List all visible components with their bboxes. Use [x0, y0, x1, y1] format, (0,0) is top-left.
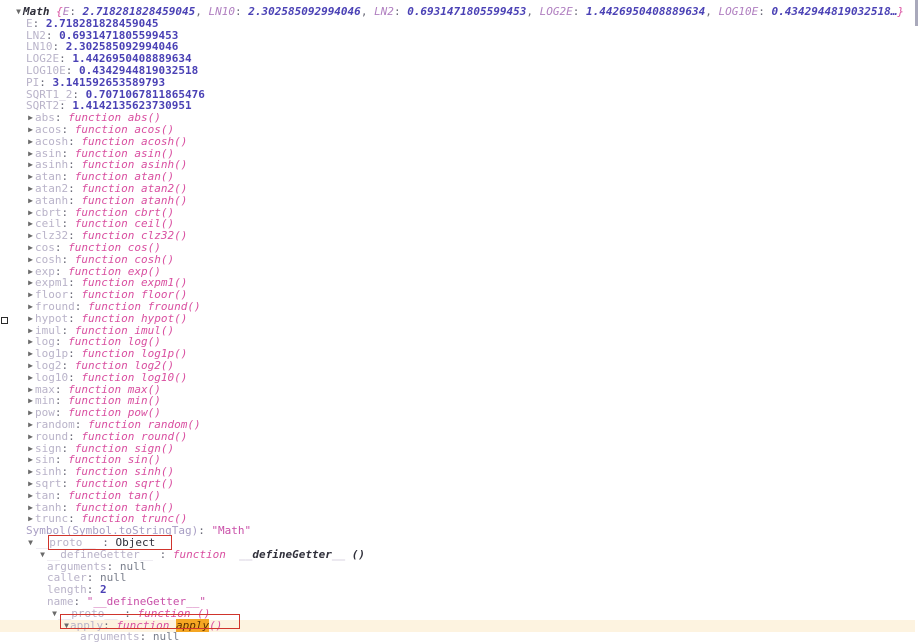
preview-value-2: 0.6931471805599453 — [407, 5, 527, 18]
method-twisty-icon[interactable]: ▶ — [26, 159, 35, 171]
getter-prop-row[interactable]: caller: null — [0, 572, 918, 584]
brace-close: } — [897, 5, 904, 18]
preview-key-3: LOG2E — [539, 5, 573, 18]
preview-value-4: 0.4342944819032518 — [771, 5, 891, 18]
method-twisty-icon[interactable]: ▶ — [26, 372, 35, 384]
method-twisty-icon[interactable]: ▶ — [26, 136, 35, 148]
preview-value-3: 1.4426950408889634 — [586, 5, 706, 18]
method-twisty-icon[interactable]: ▶ — [26, 277, 35, 289]
symbol-value: "Math" — [211, 524, 252, 538]
method-twisty-icon[interactable]: ▶ — [26, 148, 35, 160]
method-twisty-icon[interactable]: ▶ — [26, 490, 35, 502]
method-twisty-icon[interactable]: ▶ — [26, 289, 35, 301]
method-twisty-icon[interactable]: ▶ — [26, 478, 35, 490]
getter-prop-row[interactable]: arguments: null — [0, 560, 918, 573]
method-twisty-icon[interactable]: ▶ — [26, 348, 35, 360]
cursor-marker — [1, 317, 8, 324]
method-twisty-icon[interactable]: ▶ — [26, 336, 35, 348]
method-twisty-icon[interactable]: ▶ — [26, 195, 35, 207]
devtools-console-object-inspector[interactable]: ▼ Math {E: 2.718281828459045, LN10: 2.302… — [0, 0, 918, 644]
preview-value-1: 2.302585092994046 — [248, 5, 361, 18]
method-twisty-icon[interactable]: ▶ — [26, 254, 35, 266]
proto-twisty-icon[interactable]: ▼ — [26, 537, 35, 549]
method-twisty-icon[interactable]: ▶ — [26, 112, 35, 124]
define-getter-twisty-icon[interactable]: ▼ — [38, 549, 47, 561]
method-twisty-icon[interactable]: ▶ — [26, 325, 35, 337]
method-twisty-icon[interactable]: ▶ — [26, 230, 35, 242]
method-twisty-icon[interactable]: ▶ — [26, 124, 35, 136]
method-twisty-icon[interactable]: ▶ — [26, 207, 35, 219]
apply-arguments-row[interactable]: arguments: null — [0, 631, 918, 643]
preview-key-1: LN10 — [208, 5, 235, 18]
method-twisty-icon[interactable]: ▶ — [26, 384, 35, 396]
method-twisty-icon[interactable]: ▶ — [26, 171, 35, 183]
apply-arguments-value: null — [152, 630, 180, 644]
method-twisty-icon[interactable]: ▶ — [26, 266, 35, 278]
method-twisty-icon[interactable]: ▶ — [26, 218, 35, 230]
preview-key-2: LN2 — [374, 5, 394, 18]
method-twisty-icon[interactable]: ▶ — [26, 407, 35, 419]
method-twisty-icon[interactable]: ▶ — [26, 443, 35, 455]
method-twisty-icon[interactable]: ▶ — [26, 466, 35, 478]
define-getter-fn-name: __defineGetter__ — [239, 547, 346, 561]
method-twisty-icon[interactable]: ▶ — [26, 454, 35, 466]
apply-twisty-icon[interactable]: ▼ — [62, 620, 71, 632]
inner-proto-twisty-icon[interactable]: ▼ — [50, 608, 59, 620]
method-twisty-icon[interactable]: ▶ — [26, 183, 35, 195]
method-twisty-icon[interactable]: ▶ — [26, 301, 35, 313]
method-twisty-icon[interactable]: ▶ — [26, 313, 35, 325]
apply-fn-name-highlight: apply — [175, 618, 210, 632]
define-getter-fn-keyword: function — [172, 547, 226, 561]
method-twisty-icon[interactable]: ▶ — [26, 242, 35, 254]
method-twisty-icon[interactable]: ▶ — [26, 431, 35, 443]
method-twisty-icon[interactable]: ▶ — [26, 360, 35, 372]
apply-parens: () — [209, 618, 223, 632]
preview-key-4: LOG10E — [718, 5, 759, 18]
define-getter-parens: () — [351, 547, 365, 561]
expand-twisty-icon[interactable]: ▼ — [14, 6, 23, 18]
method-twisty-icon[interactable]: ▶ — [26, 395, 35, 407]
method-twisty-icon[interactable]: ▶ — [26, 419, 35, 431]
method-twisty-icon[interactable]: ▶ — [26, 502, 35, 514]
apply-arguments-key: arguments — [80, 630, 140, 644]
